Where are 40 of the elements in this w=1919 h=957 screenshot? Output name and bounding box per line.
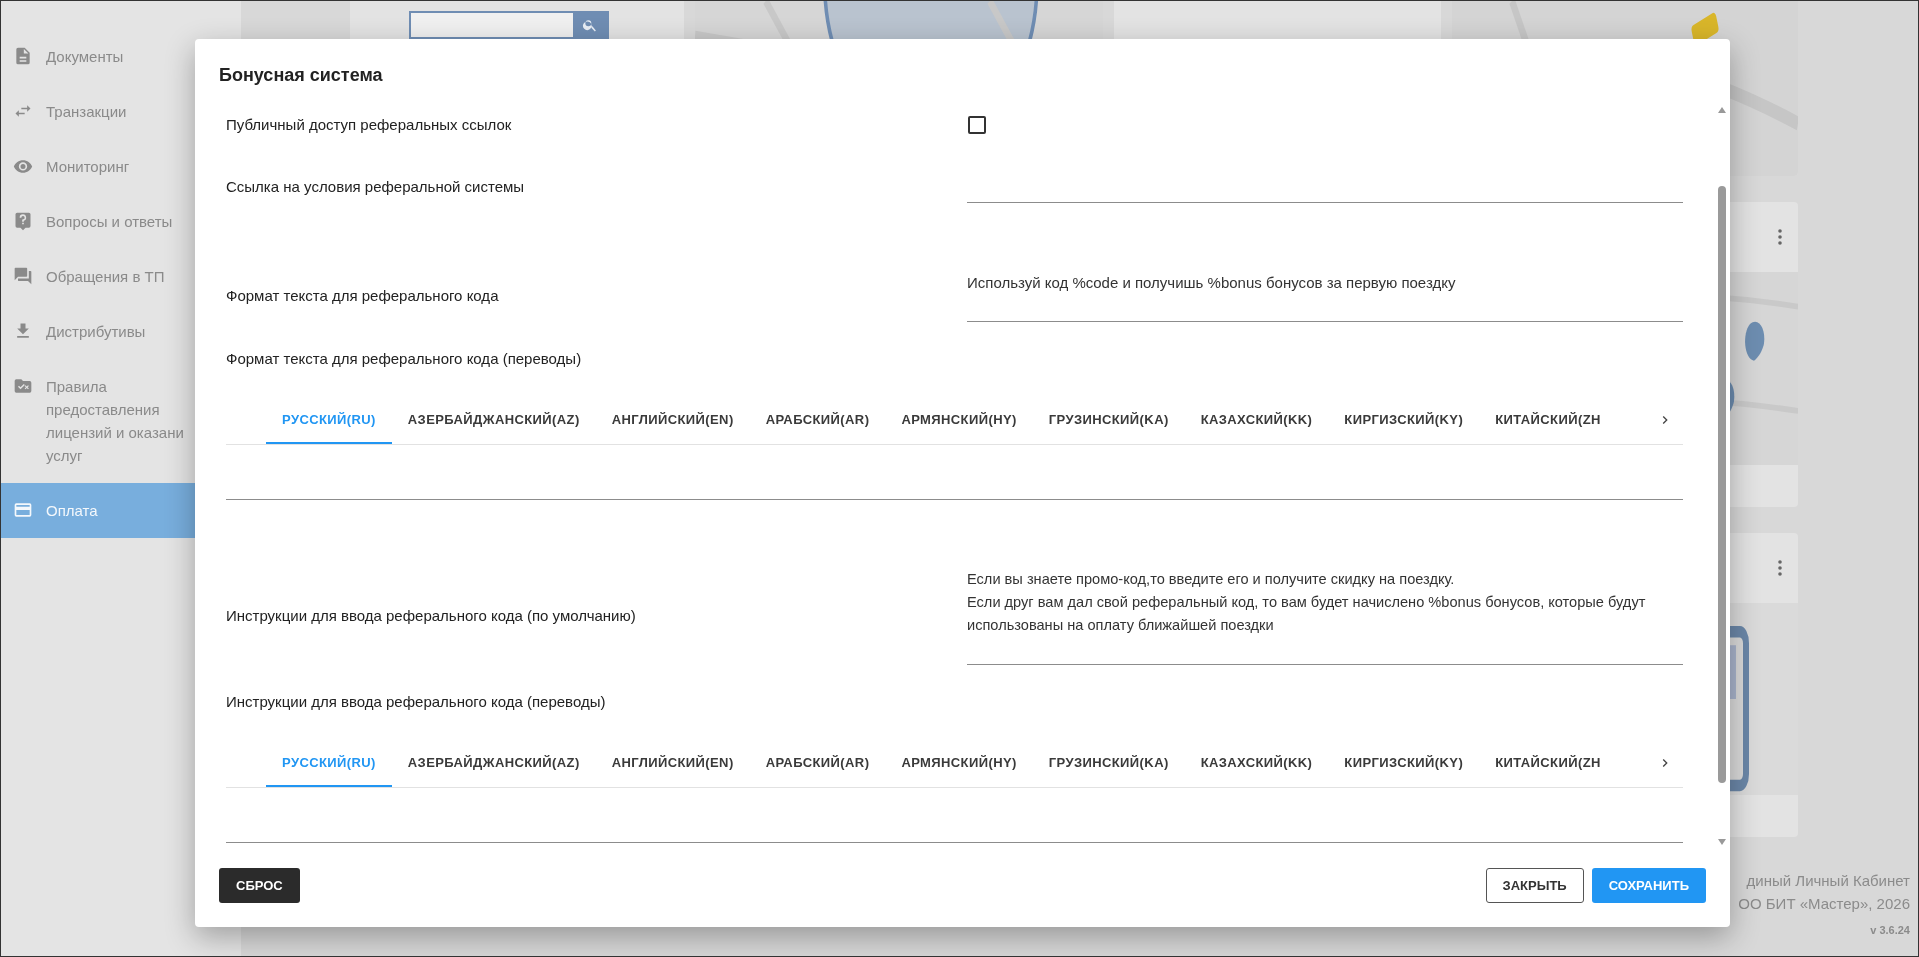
field-label: Ссылка на условия реферальной системы [226, 177, 525, 197]
language-tab[interactable]: КИТАЙСКИЙ(ZH [1479, 739, 1617, 787]
dialog-title: Бонусная система [219, 65, 383, 86]
field-label: Формат текста для реферального кода (переводы) [226, 349, 582, 369]
credit-card-icon [13, 500, 33, 520]
language-tab[interactable]: АНГЛИЙСКИЙ(EN) [595, 739, 750, 787]
language-tab[interactable]: АРМЯНСКИЙ(HY) [885, 739, 1033, 787]
language-tab[interactable]: КИТАЙСКИЙ(ZH [1479, 396, 1617, 444]
language-tab[interactable]: ГРУЗИНСКИЙ(KA) [1032, 396, 1185, 444]
text-field[interactable]: Используй код %code и получишь %bonus бонусов за первую поездку [967, 273, 1683, 322]
language-tab[interactable]: КАЗАХСКИЙ(KK) [1184, 396, 1329, 444]
checkbox[interactable] [968, 115, 986, 134]
language-tab[interactable]: КИРГИЗСКИЙ(KY) [1328, 396, 1480, 444]
search-field[interactable] [409, 11, 609, 39]
language-tab[interactable]: АРАБСКИЙ(AR) [749, 739, 886, 787]
chat-bubbles-icon [13, 266, 33, 286]
document-icon [13, 46, 33, 66]
language-tab[interactable]: ГРУЗИНСКИЙ(KA) [1032, 739, 1185, 787]
language-tab[interactable]: АЗЕРБАЙДЖАНСКИЙ(AZ) [391, 396, 596, 444]
footer-text: диный Личный Кабинет [1746, 871, 1910, 891]
search-icon [582, 17, 598, 33]
field-label: Инструкции для ввода реферального кода (переводы) [226, 692, 606, 712]
question-bubble-icon [13, 211, 33, 231]
more-icon[interactable] [1778, 560, 1782, 576]
field-label: Инструкции для ввода реферального кода (по умолчанию) [226, 606, 636, 626]
footer-text: ОО БИТ «Мастер», 2026 [1738, 894, 1910, 914]
language-tab[interactable]: АРМЯНСКИЙ(HY) [885, 396, 1033, 444]
language-tab[interactable]: КАЗАХСКИЙ(KK) [1184, 739, 1329, 787]
version-label: v 3.6.24 [1870, 923, 1910, 938]
reset-button[interactable]: СБРОС [219, 868, 300, 903]
language-tab[interactable]: АРАБСКИЙ(AR) [749, 396, 886, 444]
language-tab[interactable]: АНГЛИЙСКИЙ(EN) [595, 396, 750, 444]
folder-check-icon [13, 376, 33, 396]
field-label: Публичный доступ реферальных ссылок [226, 114, 512, 135]
text-area[interactable]: Если вы знаете промо-код,то введите его и получите скидку на поездку. Если друг вам дал свой реферальный код, то вам будет начислено %bonus бонусов, которые будут использованы на оплату ближайшей поездки [967, 568, 1683, 665]
more-icon[interactable] [1778, 229, 1782, 245]
language-tab[interactable]: КИРГИЗСКИЙ(KY) [1328, 739, 1480, 787]
language-tab[interactable]: АЗЕРБАЙДЖАНСКИЙ(AZ) [391, 739, 596, 787]
field-label: Формат текста для реферального кода [226, 286, 499, 306]
close-button[interactable]: ЗАКРЫТЬ [1485, 868, 1584, 903]
